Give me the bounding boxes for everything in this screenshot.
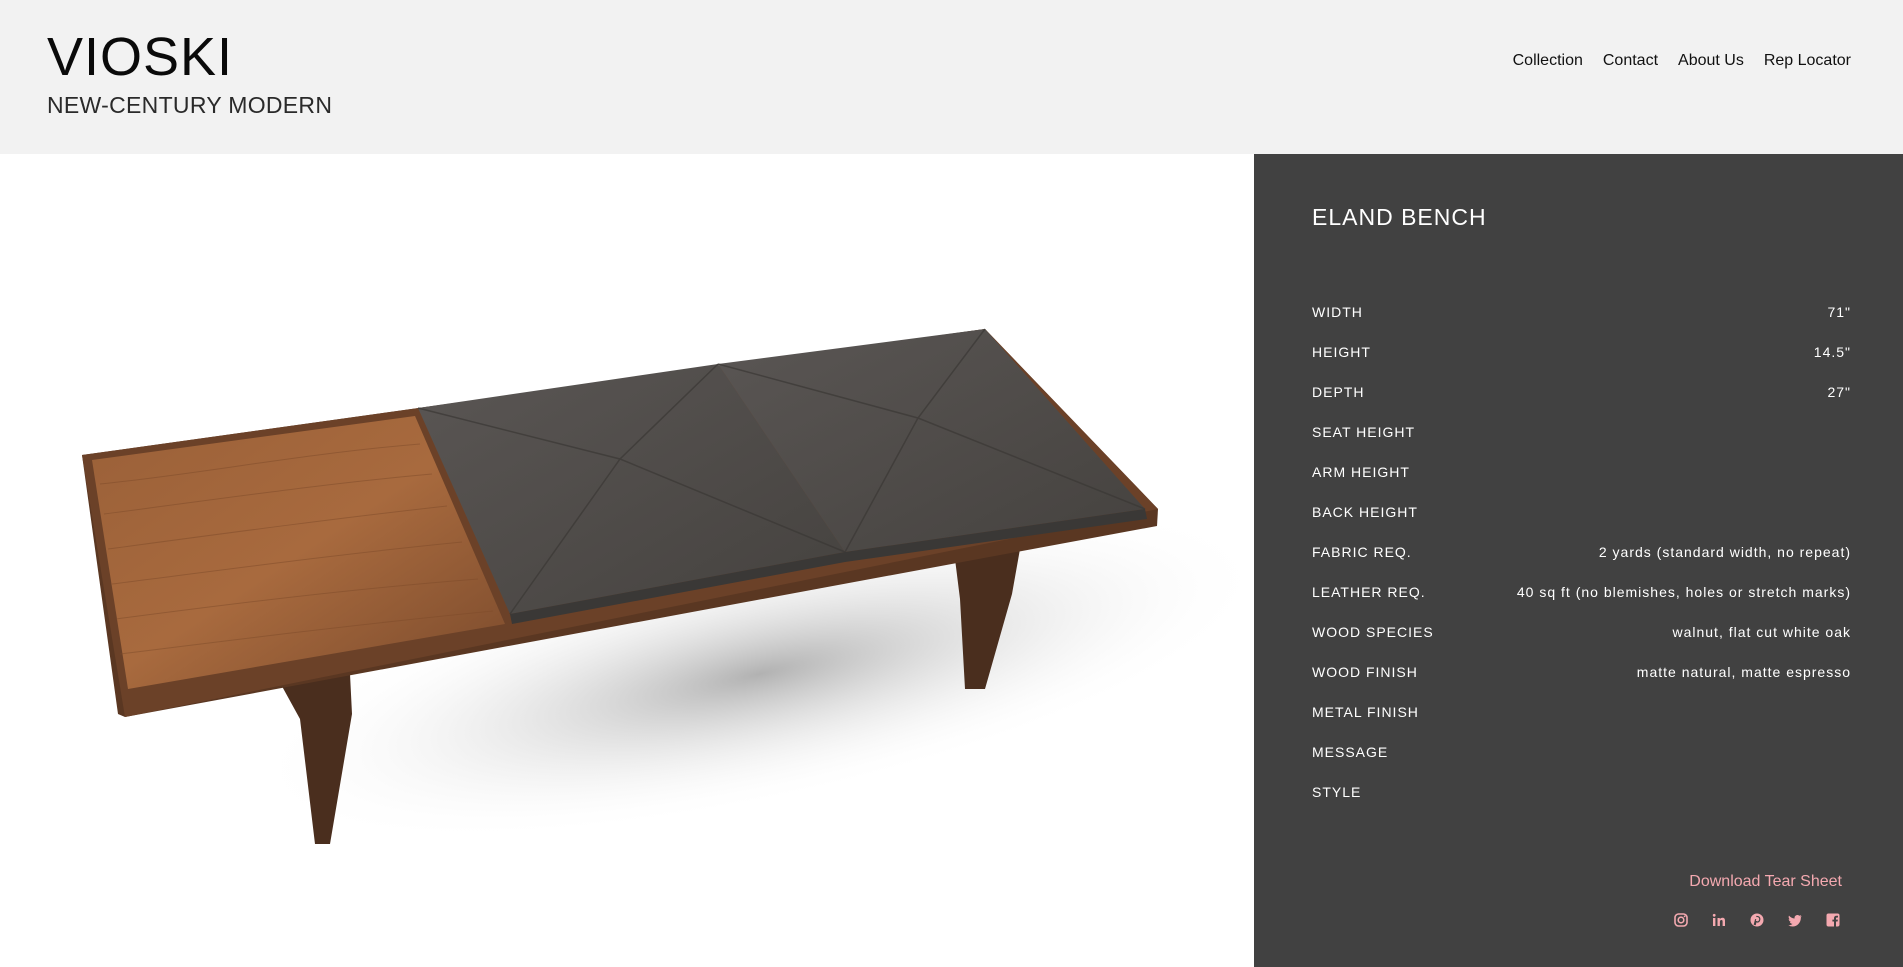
spec-row: BACK HEIGHT [1312, 504, 1851, 544]
spec-label: HEIGHT [1312, 344, 1371, 360]
product-title: ELAND BENCH [1312, 204, 1487, 230]
spec-row: WOOD FINISH matte natural, matte espresso [1312, 664, 1851, 704]
nav-contact[interactable]: Contact [1603, 52, 1658, 70]
spec-row: HEIGHT 14.5" [1312, 344, 1851, 384]
bench-product-photo [82, 328, 1254, 844]
spec-label: SEAT HEIGHT [1312, 424, 1416, 440]
spec-row: WIDTH 71" [1312, 304, 1851, 344]
main-nav: Collection Contact About Us Rep Locator [1513, 52, 1851, 70]
spec-panel: ELAND BENCH WIDTH 71" HEIGHT 14.5" DEPTH 27" S… [1254, 154, 1903, 967]
spec-row: LEATHER REQ. 40 sq ft (no blemishes, hole… [1312, 584, 1851, 624]
spec-label: BACK HEIGHT [1312, 504, 1418, 520]
spec-value: 2 yards (standard width, no repeat) [1598, 544, 1851, 560]
nav-collection[interactable]: Collection [1513, 52, 1583, 70]
spec-label: MESSAGE [1312, 744, 1389, 760]
site-logo[interactable]: VIOSKI [47, 27, 233, 87]
social-links [1672, 911, 1842, 929]
spec-row: ARM HEIGHT [1312, 464, 1851, 504]
spec-row: WOOD SPECIES walnut, flat cut white oak [1312, 624, 1851, 664]
product-image [0, 154, 1254, 967]
spec-value: 27" [1827, 384, 1851, 400]
instagram-icon[interactable] [1672, 911, 1690, 929]
spec-label: DEPTH [1312, 384, 1365, 400]
spec-row: SEAT HEIGHT [1312, 424, 1851, 464]
twitter-icon[interactable] [1786, 911, 1804, 929]
site-header: VIOSKI NEW-CENTURY MODERN Collection Con… [0, 0, 1903, 154]
spec-row: MESSAGE [1312, 744, 1851, 784]
download-tear-sheet-link[interactable]: Download Tear Sheet [1689, 873, 1842, 891]
nav-rep-locator[interactable]: Rep Locator [1764, 52, 1851, 70]
spec-row: METAL FINISH [1312, 704, 1851, 744]
spec-row: STYLE [1312, 784, 1851, 824]
spec-list: WIDTH 71" HEIGHT 14.5" DEPTH 27" SEAT HEIGHT AR… [1312, 304, 1851, 824]
spec-label: METAL FINISH [1312, 704, 1419, 720]
spec-value: 71" [1827, 304, 1851, 320]
spec-row: FABRIC REQ. 2 yards (standard width, no r… [1312, 544, 1851, 584]
nav-about-us[interactable]: About Us [1678, 52, 1744, 70]
spec-row: DEPTH 27" [1312, 384, 1851, 424]
linkedin-icon[interactable] [1710, 911, 1728, 929]
spec-label: LEATHER REQ. [1312, 584, 1426, 600]
facebook-icon[interactable] [1824, 911, 1842, 929]
spec-value: walnut, flat cut white oak [1672, 624, 1851, 640]
site-tagline: NEW-CENTURY MODERN [47, 92, 333, 118]
pinterest-icon[interactable] [1748, 911, 1766, 929]
spec-label: ARM HEIGHT [1312, 464, 1410, 480]
spec-label: FABRIC REQ. [1312, 544, 1412, 560]
spec-label: WOOD FINISH [1312, 664, 1418, 680]
spec-label: STYLE [1312, 784, 1362, 800]
spec-value: 14.5" [1813, 344, 1851, 360]
spec-value: 40 sq ft (no blemishes, holes or stretch… [1516, 584, 1851, 600]
spec-label: WOOD SPECIES [1312, 624, 1434, 640]
spec-value: matte natural, matte espresso [1636, 664, 1851, 680]
spec-label: WIDTH [1312, 304, 1363, 320]
